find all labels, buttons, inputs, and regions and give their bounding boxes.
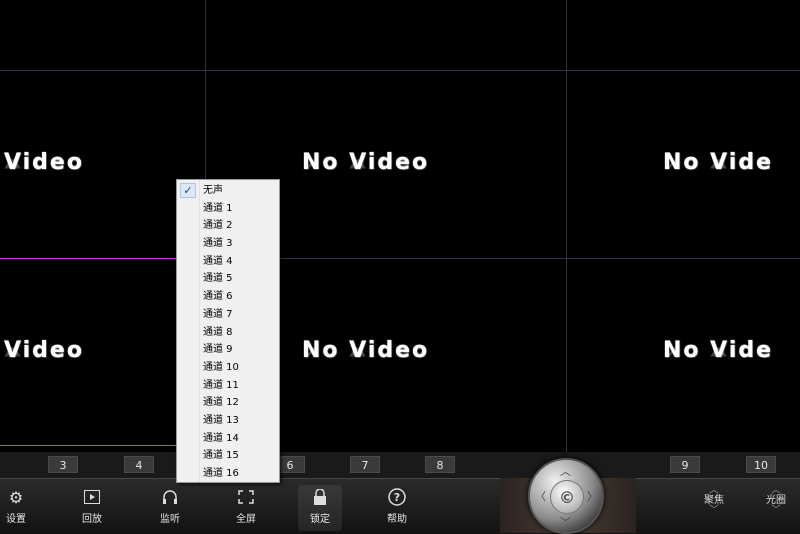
menu-item-label: 通道 9 (203, 344, 233, 356)
menu-item-label: 通道 4 (203, 255, 233, 267)
focus-control[interactable]: ︿ 聚焦 ﹀ (699, 486, 729, 516)
menu-item-channel[interactable]: 通道 7 (177, 306, 279, 324)
lock-button[interactable]: 锁定 (298, 485, 342, 531)
video-tile-1[interactable]: Video Video (4, 150, 84, 175)
listen-button[interactable]: 监听 (148, 485, 192, 531)
settings-button[interactable]: ⚙ 设置 (0, 485, 38, 531)
tile-number-button[interactable]: 10 (746, 456, 776, 473)
menu-item-label: 通道 5 (203, 273, 233, 285)
checkmark-icon: ✓ (180, 183, 196, 198)
playback-label: 回放 (82, 514, 102, 525)
tile-number-button[interactable]: 9 (670, 456, 700, 473)
fullscreen-icon (236, 487, 256, 507)
headphones-icon (160, 487, 180, 507)
menu-item-label: 通道 8 (203, 326, 233, 338)
help-label: 帮助 (387, 514, 407, 525)
menu-item-label: 通道 11 (203, 379, 239, 391)
menu-item-channel[interactable]: 通道 5 (177, 270, 279, 288)
menu-item-channel[interactable]: 通道 13 (177, 412, 279, 430)
grid-divider (205, 258, 800, 259)
ptz-reset-icon: © (559, 487, 575, 507)
playback-button[interactable]: 回放 (70, 485, 114, 531)
help-button[interactable]: ? 帮助 (375, 485, 419, 531)
ptz-center-button[interactable]: © (550, 480, 584, 514)
menu-item-label: 通道 1 (203, 202, 233, 214)
menu-item-label: 通道 7 (203, 308, 233, 320)
svg-text:?: ? (394, 491, 400, 504)
menu-item-label: 通道 12 (203, 397, 239, 409)
menu-item-label: 通道 14 (203, 432, 239, 444)
ptz-left-icon[interactable]: 〈 (535, 488, 546, 504)
menu-item-label: 通道 2 (203, 220, 233, 232)
menu-item-channel[interactable]: 通道 6 (177, 288, 279, 306)
menu-item-channel[interactable]: 通道 2 (177, 217, 279, 235)
menu-item-channel[interactable]: 通道 12 (177, 394, 279, 412)
menu-item-channel[interactable]: 通道 14 (177, 430, 279, 448)
tile-number-button[interactable]: 3 (48, 456, 78, 473)
grid-divider (0, 70, 800, 71)
menu-item-channel[interactable]: 通道 8 (177, 324, 279, 342)
menu-item-label: 通道 15 (203, 450, 239, 462)
iris-control[interactable]: ︿ 光圈 ﹀ (761, 486, 791, 516)
ptz-right-icon[interactable]: 〉 (587, 488, 598, 504)
menu-item-channel[interactable]: 通道 9 (177, 341, 279, 359)
gear-icon: ⚙ (8, 487, 24, 507)
menu-item-channel[interactable]: 通道 11 (177, 377, 279, 395)
video-tile-5[interactable]: No Video No Video (302, 338, 429, 363)
grid-divider (566, 0, 567, 452)
fullscreen-label: 全屏 (236, 514, 256, 525)
lock-label: 锁定 (310, 514, 330, 525)
tile-number-strip: 3 4 6 7 8 9 10 (0, 452, 800, 478)
menu-item-label: 通道 16 (203, 468, 239, 479)
video-tile-2[interactable]: No Video No Video (302, 150, 429, 175)
menu-item-label: 通道 6 (203, 291, 233, 303)
tile-number-button[interactable]: 7 (350, 456, 380, 473)
video-tile-4[interactable]: Video Video (4, 338, 84, 363)
menu-item-label: 通道 3 (203, 238, 233, 250)
settings-label: 设置 (6, 514, 26, 525)
menu-item-channel[interactable]: 通道 15 (177, 447, 279, 465)
lock-icon (310, 487, 330, 507)
menu-item-label: 通道 13 (203, 414, 239, 426)
selected-tile-border (0, 445, 205, 446)
menu-item-channel[interactable]: 通道 10 (177, 359, 279, 377)
menu-item-channel[interactable]: 通道 1 (177, 200, 279, 218)
menu-item-channel[interactable]: 通道 3 (177, 235, 279, 253)
menu-item-channel[interactable]: 通道 4 (177, 253, 279, 271)
video-tile-3[interactable]: No Vide No Vide (663, 150, 773, 175)
tile-number-button[interactable]: 4 (124, 456, 154, 473)
menu-item-mute[interactable]: ✓ 无声 (177, 182, 279, 200)
audio-channel-menu: ✓ 无声通道 1 通道 2 通道 3 通道 4 通道 5 通道 6 通道 7 通道 8 通道 9 通… (176, 179, 280, 483)
selected-tile-border (0, 258, 205, 259)
ptz-up-icon[interactable]: ︿ (560, 463, 571, 479)
menu-item-label: 无声 (203, 185, 223, 196)
chevron-down-icon[interactable]: ﹀ (761, 506, 791, 516)
ptz-down-icon[interactable]: ﹀ (560, 514, 571, 530)
video-grid: Video Video No Video No Video No Vide No Vi… (0, 0, 800, 452)
menu-item-channel[interactable]: 通道 16 (177, 465, 279, 483)
bottom-toolbar: ⚙ 设置 回放 监听 全屏 锁定 ? 帮助 (0, 478, 800, 534)
video-tile-6[interactable]: No Vide No Vide (663, 338, 773, 363)
playback-icon (82, 487, 102, 507)
fullscreen-button[interactable]: 全屏 (224, 485, 268, 531)
help-icon: ? (387, 487, 407, 507)
listen-label: 监听 (160, 514, 180, 525)
tile-number-button[interactable]: 8 (425, 456, 455, 473)
chevron-down-icon[interactable]: ﹀ (699, 506, 729, 516)
menu-item-label: 通道 10 (203, 361, 239, 373)
